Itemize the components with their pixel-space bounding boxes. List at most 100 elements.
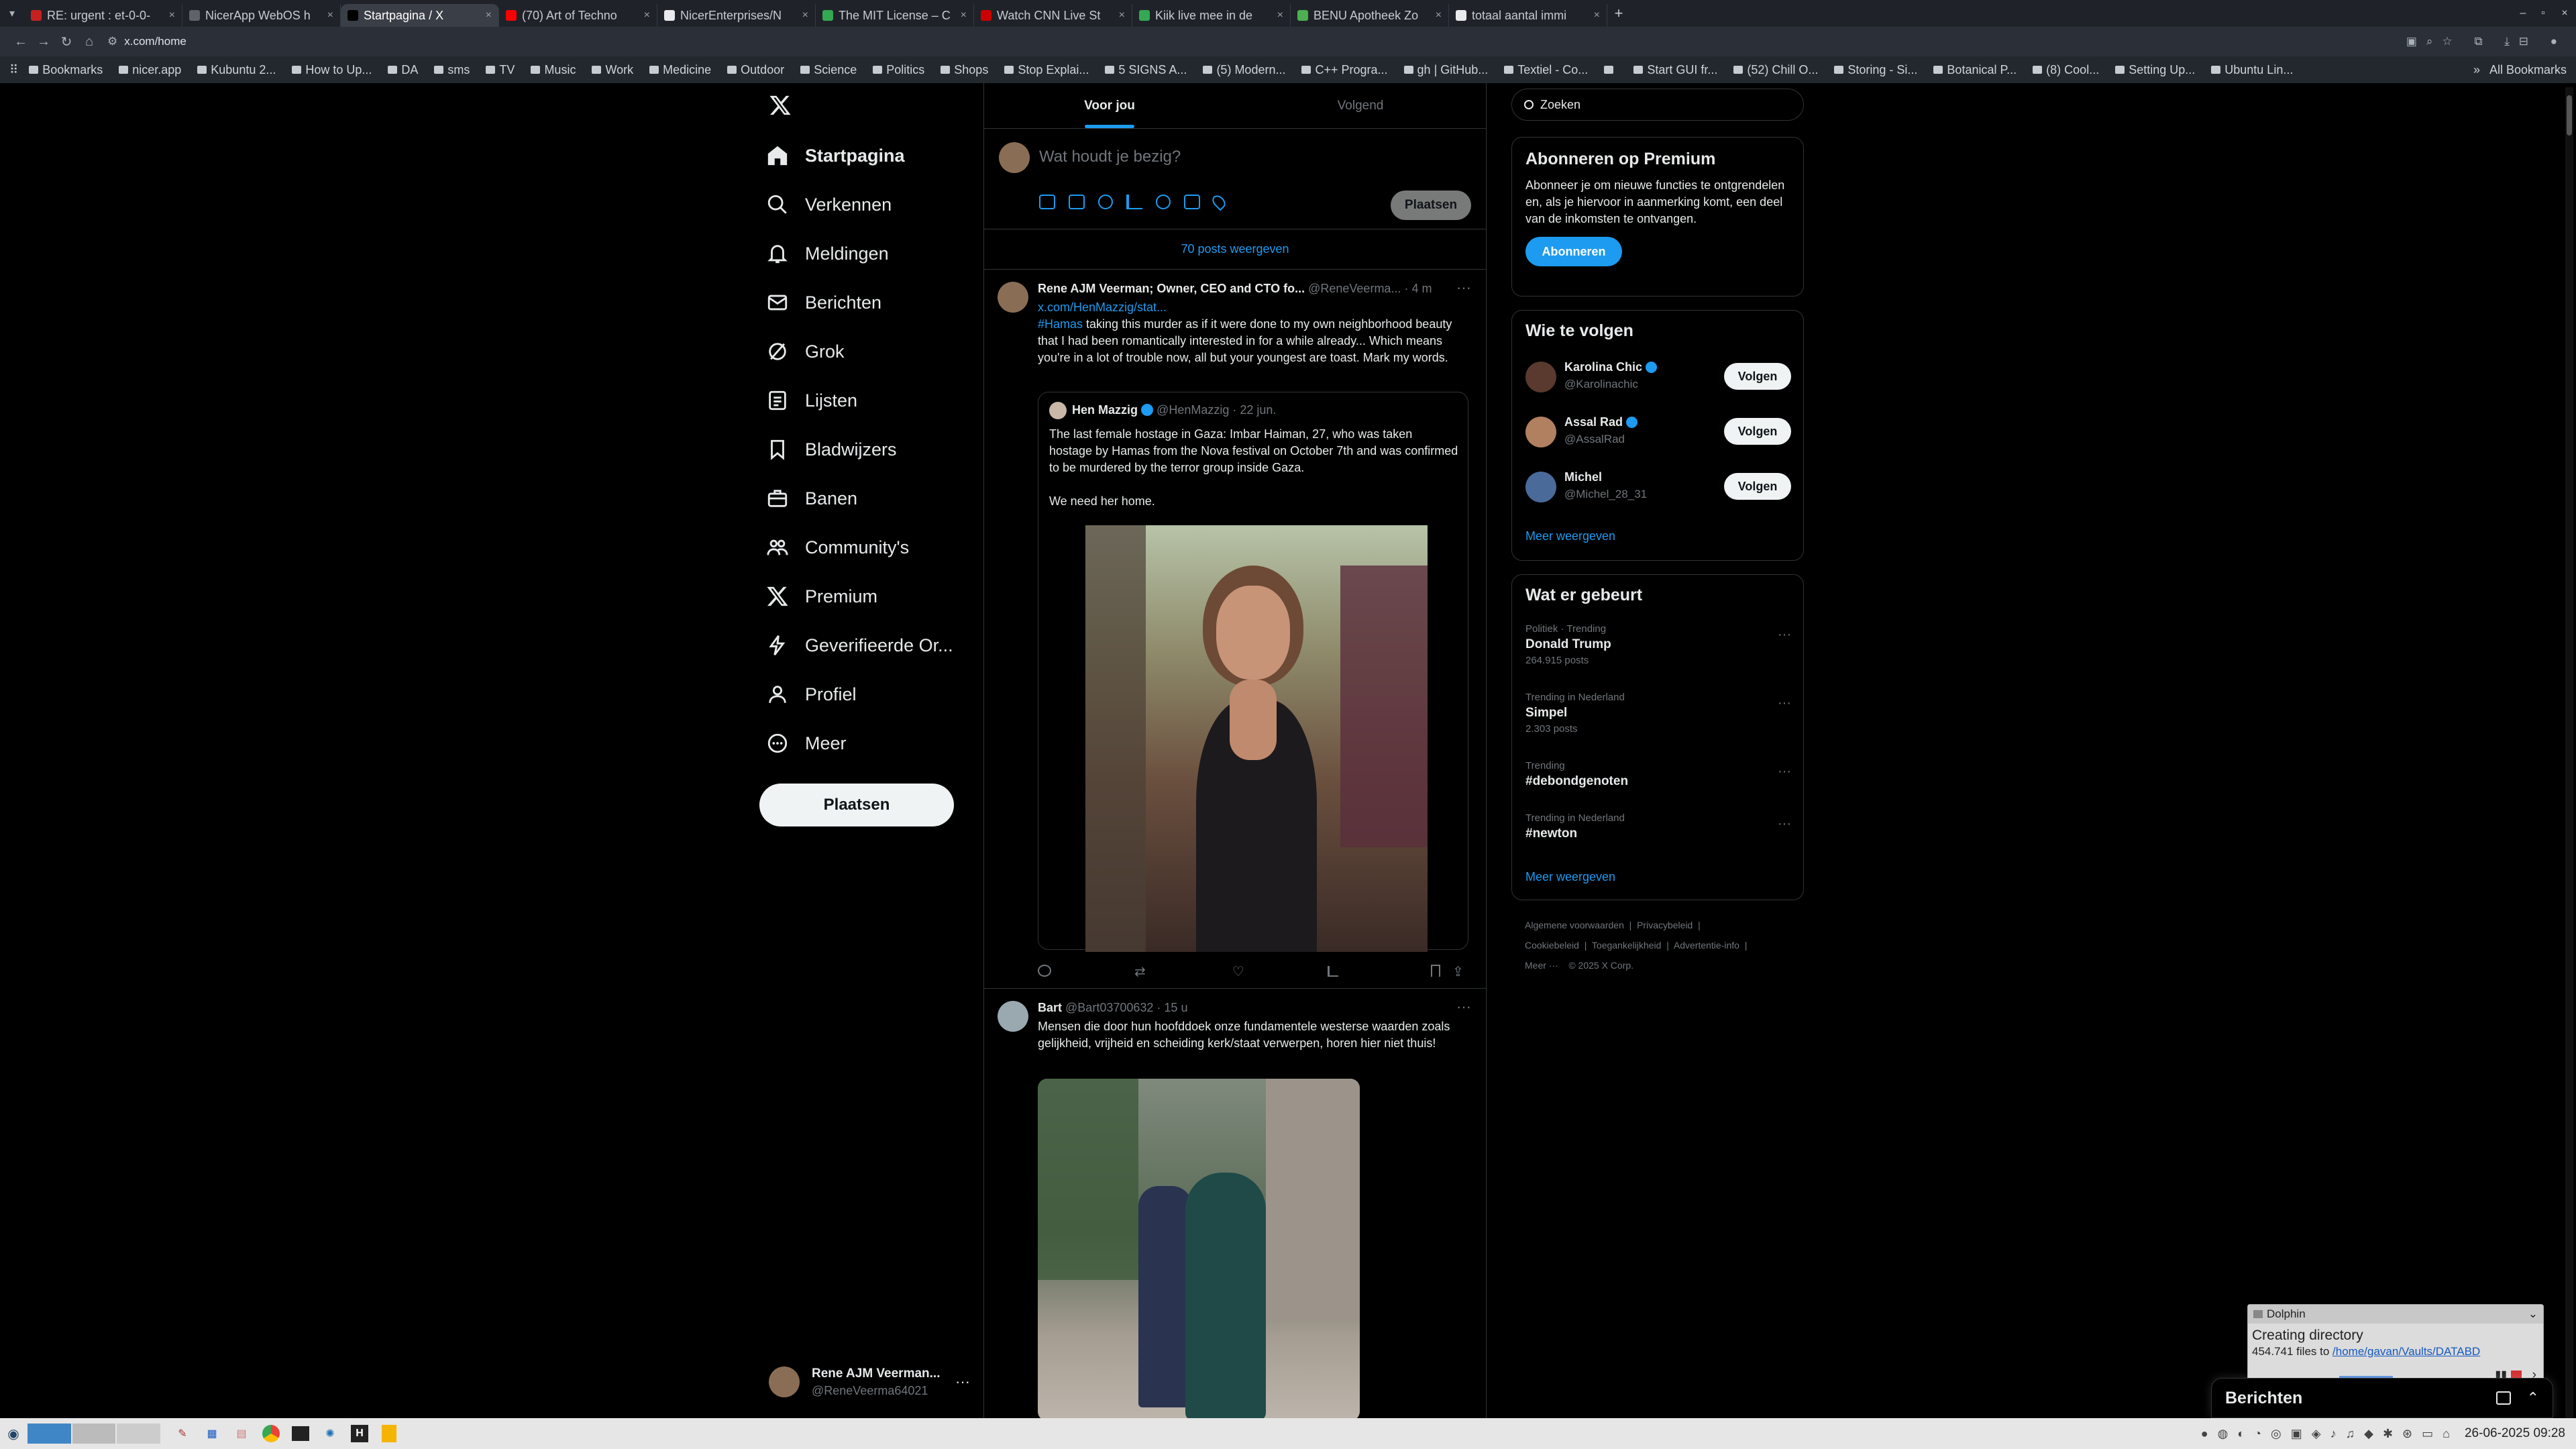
nav-item-geverifieerde-or[interactable]: Geverifieerde Or... [766,624,953,667]
browser-tab[interactable]: (70) Art of Techno × [499,4,657,27]
hex-editor-icon[interactable]: H [345,1425,374,1442]
compose-input[interactable]: Wat houdt je bezig? [1039,148,1181,166]
tab-close-icon[interactable]: × [169,9,175,21]
nav-item-premium[interactable]: Premium [766,575,877,618]
search-input[interactable]: Zoeken [1511,89,1804,121]
nav-item-meldingen[interactable]: Meldingen [766,232,889,275]
tab-close-icon[interactable]: × [1594,9,1600,21]
show-more-link[interactable]: Meer weergeven [1525,870,1615,884]
more-icon[interactable]: ··· [1456,279,1471,297]
settings-app-icon[interactable]: ✺ [315,1427,345,1440]
nav-item-profiel[interactable]: Profiel [766,673,857,716]
messages-drawer[interactable]: Berichten ⌃ [2211,1378,2553,1418]
post-link[interactable]: x.com/HenMazzig/stat... [1038,299,1467,316]
tab-close-icon[interactable]: × [486,9,492,21]
tab-close-icon[interactable]: × [802,9,808,21]
scrollbar[interactable] [2565,87,2573,1418]
reload-icon[interactable]: ↻ [55,34,78,50]
reply-icon[interactable] [1038,965,1051,977]
bookmark-item[interactable]: Textiel - Co... [1504,63,1588,77]
all-bookmarks[interactable]: All Bookmarks [2489,63,2567,77]
browser-tab[interactable]: The MIT License – C × [816,4,974,27]
browser-tab[interactable]: NicerEnterprises/N × [657,4,816,27]
files-icon[interactable]: ▤ [227,1427,256,1440]
bookmark-item[interactable]: gh | GitHub... [1403,63,1488,77]
nav-item-grok[interactable]: Grok [766,330,845,373]
tab-close-icon[interactable]: × [1436,9,1442,21]
footer-more[interactable]: Meer ··· [1525,960,1558,971]
grok-icon[interactable] [1098,195,1113,209]
follow-suggestion[interactable]: Assal Rad @AssalRad Volgen [1525,411,1791,454]
browser-tab[interactable]: BENU Apotheek Zo × [1291,4,1449,27]
footer-link[interactable]: Toegankelijkheid [1592,940,1662,951]
apps-icon[interactable]: ⠿ [9,63,18,77]
footer-link[interactable]: Algemene voorwaarden [1525,920,1624,930]
show-more-link[interactable]: Meer weergeven [1525,529,1615,543]
bookmark-item[interactable]: Storing - Si... [1834,63,1917,77]
schedule-icon[interactable] [1184,195,1200,209]
virtual-desktops[interactable] [27,1423,161,1444]
browser-tab[interactable]: Watch CNN Live St × [974,4,1132,27]
post-time[interactable]: · 4 m [1404,282,1432,295]
home-button-icon[interactable]: ⌂ [78,34,101,50]
post[interactable]: Rene AJM Veerman; Owner, CEO and CTO fo.… [984,270,1486,989]
avatar[interactable] [998,1001,1028,1032]
chrome-icon[interactable] [256,1425,286,1442]
subscribe-button[interactable]: Abonneren [1525,237,1622,266]
trend-item[interactable]: Politiek · Trending Donald Trump 264.915 p… [1525,623,1791,666]
more-icon[interactable]: ··· [1778,816,1791,832]
tab-close-icon[interactable]: × [1277,9,1283,21]
footer-link[interactable]: Cookiebeleid [1525,940,1579,951]
bookmark-item[interactable]: (8) Cool... [2033,63,2099,77]
bookmark-item[interactable]: Bookmarks [29,63,103,77]
post-handle[interactable]: @ReneVeerma... [1308,282,1401,295]
avatar[interactable] [998,282,1028,313]
bookmark-item[interactable]: C++ Progra... [1301,63,1388,77]
post-button[interactable]: Plaatsen [759,784,954,826]
terminal-icon[interactable] [286,1426,315,1441]
bookmark-item[interactable]: nicer.app [119,63,181,77]
bookmarks-overflow-icon[interactable]: » [2473,63,2480,77]
views-icon[interactable] [1328,966,1338,977]
browser-tab[interactable]: NicerApp WebOS h × [182,4,341,27]
post-photo[interactable] [1038,1079,1360,1421]
follow-button[interactable]: Volgen [1724,473,1791,500]
url-field[interactable]: x.com/home [124,35,2406,48]
bookmark-item[interactable]: Politics [873,63,924,77]
browser-tab[interactable]: RE: urgent : et-0-0- × [24,4,182,27]
like-icon[interactable]: ♡ [1232,963,1244,980]
more-icon[interactable]: ··· [955,1373,970,1391]
clock[interactable]: 26-06-2025 09:28 [2465,1426,2565,1441]
footer-link[interactable]: Advertentie-info [1674,940,1739,951]
bookmark-item[interactable]: Stop Explai... [1004,63,1089,77]
repost-icon[interactable]: ⇄ [1134,963,1146,980]
expand-icon[interactable]: ⌃ [2527,1389,2539,1407]
bookmark-item[interactable] [1604,63,1617,77]
quoted-post[interactable]: Hen Mazzig @HenMazzig · 22 jun. The last… [1038,392,1468,952]
share-icon[interactable]: ⇪ [1452,963,1464,980]
post-author[interactable]: Bart [1038,1001,1062,1014]
window-close-icon[interactable]: × [2553,7,2576,19]
app-icon[interactable]: ▦ [197,1427,227,1440]
window-minimize-icon[interactable]: – [2513,7,2533,19]
bookmark-item[interactable]: How to Up... [292,63,372,77]
more-icon[interactable]: ··· [1778,627,1791,643]
bookmark-item[interactable]: Work [592,63,633,77]
bookmark-item[interactable]: (52) Chill O... [1733,63,1818,77]
app-launcher-icon[interactable]: ◉ [0,1426,27,1442]
system-tray-icons[interactable]: ●◍◐◔◎▣◈♪♫◆✱⊛▭⌂ [2201,1427,2459,1441]
bookmark-item[interactable]: TV [486,63,515,77]
tab-close-icon[interactable]: × [327,9,333,21]
image-icon[interactable] [1039,195,1055,209]
tab-close-icon[interactable]: × [1119,9,1125,21]
browser-tab[interactable]: Kiik live mee in de × [1132,4,1291,27]
nav-item-banen[interactable]: Banen [766,477,857,520]
bookmark-item[interactable]: 5 SIGNS A... [1105,63,1187,77]
tab-search-button[interactable]: ▾ [0,7,24,20]
tab-close-icon[interactable]: × [961,9,967,21]
bookmark-item[interactable]: Start GUI fr... [1633,63,1717,77]
post[interactable]: Bart @Bart03700632 · 15 u ··· Mensen die… [984,990,1486,1421]
more-icon[interactable]: ··· [1456,998,1471,1016]
bookmark-item[interactable]: Setting Up... [2115,63,2195,77]
follow-button[interactable]: Volgen [1724,418,1791,445]
